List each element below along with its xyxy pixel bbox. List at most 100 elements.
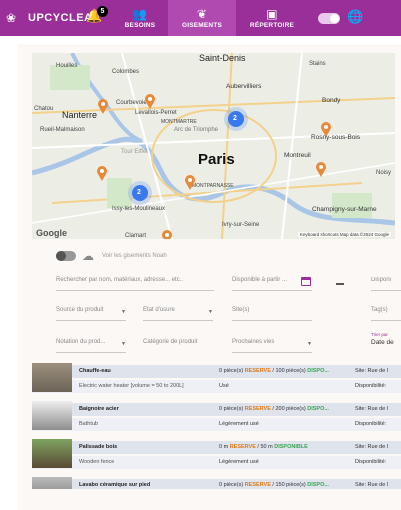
product-title: Chauffe-eau — [79, 368, 111, 374]
nav-gisements[interactable]: ❦ GISEMENTS — [168, 0, 236, 36]
category-select[interactable]: Catégorie de produit — [143, 339, 213, 353]
sort-select[interactable]: Date de — [371, 339, 394, 346]
product-reserve: RESERVE — [244, 482, 271, 488]
top-navigation-bar: ❀ UPCYCLEA 🔔 5 👥 BESOINS ❦ GISEMENTS ▣ R… — [0, 0, 401, 36]
product-row-main: Palissade bois 0 m RESERVE / 50 m DISPON… — [32, 441, 401, 454]
product-condition: Légèrement usé — [219, 421, 259, 427]
map-view[interactable]: Houilles Colombes Saint-Denis Stains Aub… — [32, 53, 395, 239]
rating-select-label: Notation du prod... — [56, 339, 106, 345]
product-qty-a: 0 m — [219, 444, 230, 450]
product-quantity: 0 pièce(s) RESERVE / 150 pièce(s) DISPO.… — [219, 482, 329, 488]
globe-icon[interactable]: 🌐 — [347, 10, 363, 25]
product-title: Baignoire acier — [79, 406, 119, 412]
product-condition: Légèrement usé — [219, 459, 259, 465]
product-availability: Disponibilité: — [355, 383, 387, 389]
product-subtitle: Bathtub — [79, 421, 98, 427]
chevron-down-icon: ▼ — [307, 341, 312, 347]
rating-select[interactable]: Notation du prod... ▼ — [56, 339, 126, 353]
map-marker-icon — [316, 162, 326, 177]
product-row-detail: Bathtub Légèrement usé Disponibilité: — [32, 418, 401, 431]
map-attribution[interactable]: Keyboard shortcuts Map data ©2024 Google — [297, 232, 391, 237]
noah-toggle-row: ☁ Voir les gisements Noah — [56, 249, 167, 263]
theme-toggle[interactable] — [318, 13, 340, 24]
product-site: Site: Rue de l — [355, 482, 389, 488]
product-subtitle: Electric water heater [volume = 50 to 20… — [79, 383, 184, 389]
product-dispo: DISPONIBLE — [274, 444, 308, 450]
product-subtitle: Wooden fence — [79, 459, 115, 465]
product-dispo: DISPO... — [307, 482, 329, 488]
product-qty-b: / 50 m — [255, 444, 275, 450]
sites-input[interactable]: Site(s) — [232, 307, 312, 321]
source-select[interactable]: Source du produit ▼ — [56, 307, 126, 321]
product-availability: Disponibilité: — [355, 421, 387, 427]
map-marker-icon — [98, 99, 108, 114]
chevron-down-icon: ▼ — [208, 309, 213, 315]
product-site: Site: Rue de l — [355, 444, 389, 450]
cloud-download-icon: ☁ — [82, 249, 94, 263]
product-reserve: RESERVE — [244, 406, 271, 412]
category-select-label: Catégorie de produit — [143, 339, 198, 345]
product-row[interactable]: Lavabo céramique sur pied 0 pièce(s) RES… — [32, 477, 401, 489]
wear-select[interactable]: Etat d'usure ▼ — [143, 307, 213, 321]
nav-repertoire-label: RÉPERTOIRE — [249, 21, 295, 29]
map-cluster-count[interactable]: 2 — [137, 189, 141, 196]
nav-besoins[interactable]: 👥 BESOINS — [120, 0, 160, 36]
available-from-field[interactable]: Disponible à partir ... — [232, 277, 312, 291]
product-thumbnail — [32, 363, 72, 392]
product-dispo: DISPO... — [307, 406, 329, 412]
product-quantity: 0 pièce(s) RESERVE / 100 pièce(s) DISPO.… — [219, 368, 329, 374]
product-row-main: Lavabo céramique sur pied 0 pièce(s) RES… — [32, 479, 401, 489]
product-row[interactable]: Palissade bois 0 m RESERVE / 50 m DISPON… — [32, 439, 401, 476]
product-row[interactable]: Baignoire acier 0 pièce(s) RESERVE / 200… — [32, 401, 401, 438]
available-to-field[interactable]: Disponi — [371, 277, 401, 291]
nav-repertoire[interactable]: ▣ RÉPERTOIRE — [246, 0, 298, 36]
product-list: Chauffe-eau 0 pièce(s) RESERVE / 100 piè… — [32, 363, 401, 490]
google-logo: Google — [36, 228, 67, 238]
sort-label: Trier par — [371, 332, 388, 337]
product-condition: Usé — [219, 383, 229, 389]
product-row-main: Baignoire acier 0 pièce(s) RESERVE / 200… — [32, 403, 401, 416]
notification-count-badge: 5 — [97, 6, 108, 17]
product-qty-a: 0 pièce(s) — [219, 482, 245, 488]
product-dispo: DISPO... — [307, 368, 329, 374]
product-row-detail: Electric water heater [volume = 50 to 20… — [32, 380, 401, 393]
upcyclea-logo-icon: ❀ — [6, 11, 17, 25]
product-qty-a: 0 pièce(s) — [219, 406, 245, 412]
product-reserve: RESERVE — [229, 444, 256, 450]
available-to-label: Disponi — [371, 277, 392, 283]
wear-select-label: Etat d'usure — [143, 307, 175, 313]
map-marker-icon — [97, 166, 107, 181]
noah-label: Voir les gisements Noah — [102, 253, 167, 259]
needs-icon: 👥 — [132, 6, 148, 21]
map-cluster-count[interactable]: 2 — [233, 115, 237, 122]
source-select-label: Source du produit — [56, 307, 104, 313]
tags-input[interactable]: Tag(s) — [371, 307, 401, 321]
brand-logo[interactable]: ❀ UPCYCLEA — [6, 11, 93, 25]
tags-input-label: Tag(s) — [371, 307, 388, 313]
product-site: Site: Rue de l — [355, 368, 389, 374]
product-thumbnail — [32, 439, 72, 468]
search-input[interactable]: Rechercher par nom, matériaux, adresse..… — [56, 277, 214, 291]
map-markers — [97, 94, 331, 239]
chevron-down-icon: ▼ — [121, 309, 126, 315]
product-title: Palissade bois — [79, 444, 118, 450]
product-quantity: 0 m RESERVE / 50 m DISPONIBLE — [219, 444, 308, 450]
map-marker-icon — [321, 122, 331, 137]
product-thumbnail — [32, 477, 72, 489]
product-quantity: 0 pièce(s) RESERVE / 200 pièce(s) DISPO.… — [219, 406, 329, 412]
next-lives-select-label: Prochaines vies — [232, 339, 275, 345]
chevron-down-icon: ▼ — [121, 341, 126, 347]
product-qty-a: 0 pièce(s) — [219, 368, 245, 374]
next-lives-select[interactable]: Prochaines vies ▼ — [232, 339, 312, 353]
map-marker-icon — [185, 175, 195, 190]
product-availability: Disponibilité: — [355, 459, 387, 465]
directory-icon: ▣ — [266, 6, 278, 21]
calendar-icon[interactable] — [301, 277, 311, 286]
product-qty-b: / 200 pièce(s) — [270, 406, 308, 412]
map-marker-icon — [162, 230, 172, 239]
brand-name: UPCYCLEA — [28, 12, 93, 24]
product-row[interactable]: Chauffe-eau 0 pièce(s) RESERVE / 100 piè… — [32, 363, 401, 400]
noah-switch[interactable] — [56, 251, 76, 261]
leaf-icon: ❦ — [196, 6, 208, 21]
nav-gisements-label: GISEMENTS — [181, 21, 223, 29]
